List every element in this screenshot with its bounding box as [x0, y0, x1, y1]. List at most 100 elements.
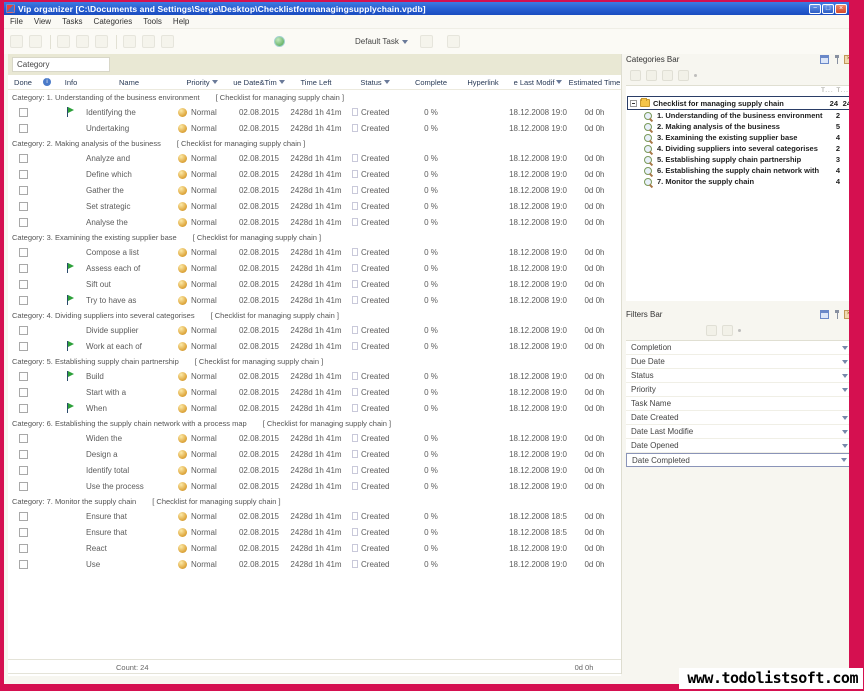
edit-category-icon[interactable]: [646, 70, 657, 81]
done-checkbox[interactable]: [19, 512, 28, 521]
tree-category-row[interactable]: 2. Making analysis of the business55: [626, 121, 849, 132]
done-checkbox[interactable]: [19, 482, 28, 491]
column-header-i[interactable]: i: [38, 78, 56, 86]
close-panel-icon[interactable]: ×: [844, 55, 849, 64]
column-header-ue-date-tim[interactable]: ue Date&Tim: [232, 78, 286, 87]
close-panel-icon[interactable]: ×: [844, 310, 849, 319]
filter-row-completion[interactable]: Completion: [626, 341, 849, 355]
dock-panel-icon[interactable]: [820, 55, 829, 64]
category-group-row[interactable]: Category: 3. Examining the existing supp…: [8, 230, 621, 244]
task-name[interactable]: Use: [86, 560, 172, 569]
edit-task-icon[interactable]: [29, 35, 42, 48]
task-name[interactable]: Design a: [86, 450, 172, 459]
paste-icon[interactable]: [95, 35, 108, 48]
apply-filter-icon[interactable]: [706, 325, 717, 336]
print-icon[interactable]: [161, 35, 174, 48]
done-checkbox[interactable]: [19, 186, 28, 195]
task-row[interactable]: Ensure thatNormal02.08.20152428d 1h 41mC…: [8, 524, 621, 540]
task-row[interactable]: Analyze andNormal02.08.20152428d 1h 41mC…: [8, 150, 621, 166]
collapse-icon[interactable]: [630, 100, 637, 107]
task-row[interactable]: Set strategicNormal02.08.20152428d 1h 41…: [8, 198, 621, 214]
done-checkbox[interactable]: [19, 326, 28, 335]
filter-row-date-completed[interactable]: Date Completed: [626, 453, 849, 467]
task-name[interactable]: Undertaking: [86, 124, 172, 133]
task-name[interactable]: Divide supplier: [86, 326, 172, 335]
pin-icon[interactable]: [832, 310, 841, 319]
task-name[interactable]: Set strategic: [86, 202, 172, 211]
done-checkbox[interactable]: [19, 108, 28, 117]
column-header-complete[interactable]: Complete: [404, 78, 458, 87]
task-name[interactable]: Compose a list: [86, 248, 172, 257]
delete-category-icon[interactable]: [662, 70, 673, 81]
column-header-priority[interactable]: Priority: [172, 78, 232, 87]
menu-view[interactable]: View: [34, 17, 51, 26]
done-checkbox[interactable]: [19, 170, 28, 179]
task-name[interactable]: Identifying the: [86, 108, 172, 117]
column-header-done[interactable]: Done: [8, 78, 38, 87]
column-header-status[interactable]: Status: [346, 78, 404, 87]
category-group-row[interactable]: Category: 7. Monitor the supply chain[ C…: [8, 494, 621, 508]
cut-icon[interactable]: [57, 35, 70, 48]
filter-row-date-last-modifie[interactable]: Date Last Modifie: [626, 425, 849, 439]
task-row[interactable]: Work at each ofNormal02.08.20152428d 1h …: [8, 338, 621, 354]
done-checkbox[interactable]: [19, 434, 28, 443]
options-icon[interactable]: [447, 35, 460, 48]
task-row[interactable]: Define whichNormal02.08.20152428d 1h 41m…: [8, 166, 621, 182]
done-checkbox[interactable]: [19, 528, 28, 537]
redo-icon[interactable]: [142, 35, 155, 48]
panel-divider[interactable]: [621, 54, 622, 674]
task-row[interactable]: Gather theNormal02.08.20152428d 1h 41mCr…: [8, 182, 621, 198]
task-name[interactable]: Work at each of: [86, 342, 172, 351]
done-checkbox[interactable]: [19, 280, 28, 289]
done-checkbox[interactable]: [19, 248, 28, 257]
task-name[interactable]: Ensure that: [86, 512, 172, 521]
tree-category-row[interactable]: 6. Establishing the supply chain network…: [626, 165, 849, 176]
done-checkbox[interactable]: [19, 544, 28, 553]
sync-icon[interactable]: [274, 36, 285, 47]
task-row[interactable]: Assess each ofNormal02.08.20152428d 1h 4…: [8, 260, 621, 276]
tree-category-row[interactable]: 3. Examining the existing supplier base4…: [626, 132, 849, 143]
task-row[interactable]: WhenNormal02.08.20152428d 1h 41mCreated0…: [8, 400, 621, 416]
task-row[interactable]: Widen theNormal02.08.20152428d 1h 41mCre…: [8, 430, 621, 446]
toolbar-overflow-icon[interactable]: [694, 74, 697, 77]
column-header-e-last-modif[interactable]: e Last Modif: [508, 78, 568, 87]
new-task-icon[interactable]: [10, 35, 23, 48]
task-name[interactable]: Ensure that: [86, 528, 172, 537]
task-name[interactable]: Start with a: [86, 388, 172, 397]
maximize-button[interactable]: □: [822, 4, 834, 14]
done-checkbox[interactable]: [19, 404, 28, 413]
done-checkbox[interactable]: [19, 450, 28, 459]
menu-help[interactable]: Help: [173, 17, 189, 26]
column-header-time-left[interactable]: Time Left: [286, 78, 346, 87]
filter-row-date-opened[interactable]: Date Opened: [626, 439, 849, 453]
undo-icon[interactable]: [123, 35, 136, 48]
done-checkbox[interactable]: [19, 560, 28, 569]
task-name[interactable]: Widen the: [86, 434, 172, 443]
task-row[interactable]: Ensure thatNormal02.08.20152428d 1h 41mC…: [8, 508, 621, 524]
column-header-info[interactable]: Info: [56, 78, 86, 87]
category-group-row[interactable]: Category: 4. Dividing suppliers into sev…: [8, 308, 621, 322]
task-row[interactable]: Sift outNormal02.08.20152428d 1h 41mCrea…: [8, 276, 621, 292]
tree-root-row[interactable]: Checklist for managing supply chain2424: [627, 96, 849, 110]
done-checkbox[interactable]: [19, 372, 28, 381]
task-row[interactable]: BuildNormal02.08.20152428d 1h 41mCreated…: [8, 368, 621, 384]
tree-category-row[interactable]: 1. Understanding of the business environ…: [626, 110, 849, 121]
done-checkbox[interactable]: [19, 154, 28, 163]
filter-row-status[interactable]: Status: [626, 369, 849, 383]
task-row[interactable]: Compose a listNormal02.08.20152428d 1h 4…: [8, 244, 621, 260]
done-checkbox[interactable]: [19, 296, 28, 305]
menu-tools[interactable]: Tools: [143, 17, 162, 26]
tree-category-row[interactable]: 7. Monitor the supply chain44: [626, 176, 849, 187]
task-name[interactable]: Analyse the: [86, 218, 172, 227]
menu-file[interactable]: File: [10, 17, 23, 26]
menu-categories[interactable]: Categories: [94, 17, 133, 26]
menu-tasks[interactable]: Tasks: [62, 17, 82, 26]
task-row[interactable]: Divide supplierNormal02.08.20152428d 1h …: [8, 322, 621, 338]
task-name[interactable]: Sift out: [86, 280, 172, 289]
tree-category-row[interactable]: 5. Establishing supply chain partnership…: [626, 154, 849, 165]
done-checkbox[interactable]: [19, 388, 28, 397]
copy-icon[interactable]: [76, 35, 89, 48]
filter-row-priority[interactable]: Priority: [626, 383, 849, 397]
task-name[interactable]: Try to have as: [86, 296, 172, 305]
assign-icon[interactable]: [420, 35, 433, 48]
